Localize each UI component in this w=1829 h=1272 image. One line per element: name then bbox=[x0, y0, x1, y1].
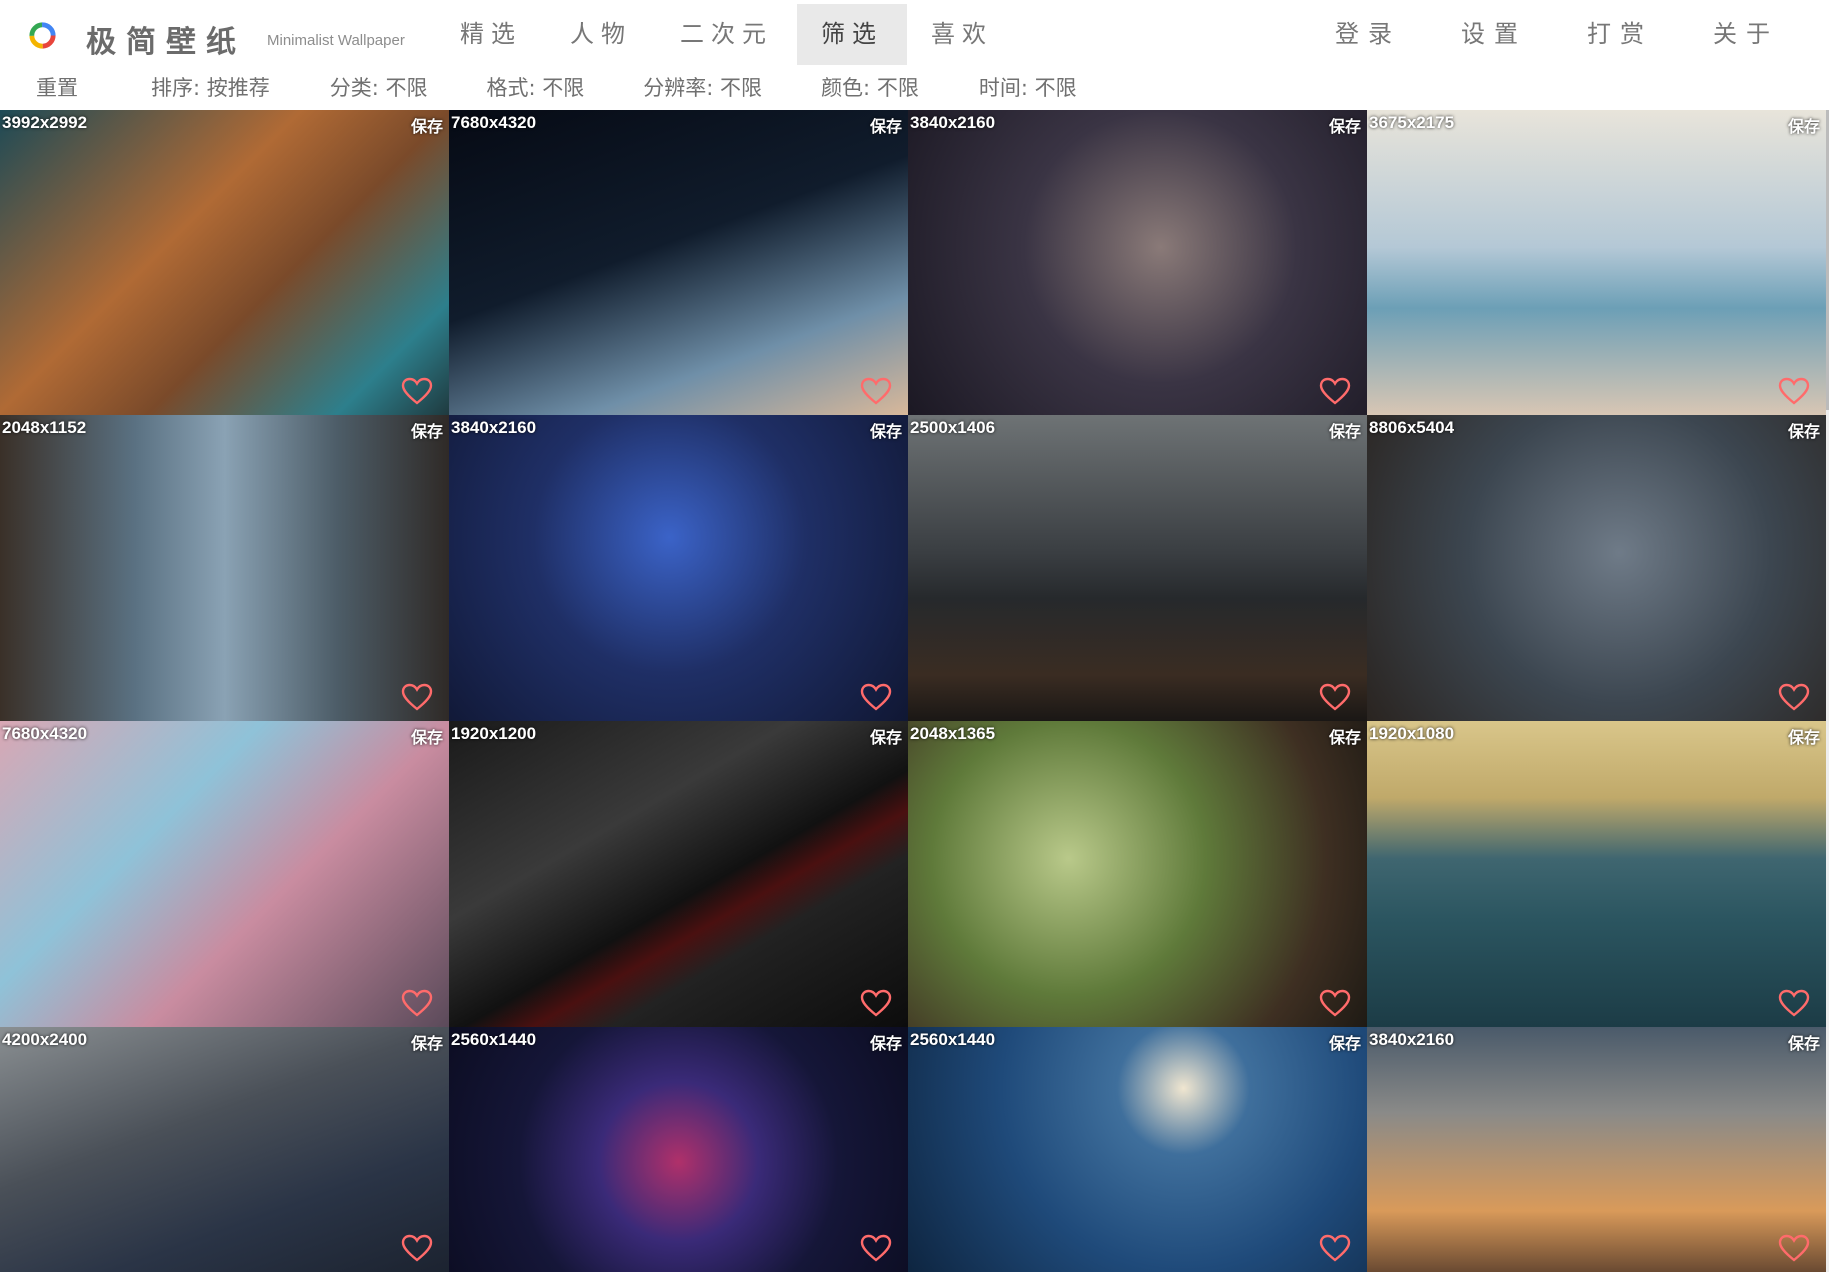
resolution-label: 1920x1200 bbox=[451, 724, 537, 743]
resolution-label: 1920x1080 bbox=[1369, 724, 1455, 743]
save-button[interactable]: 保存 bbox=[411, 1030, 443, 1054]
nav-settings[interactable]: 设置 bbox=[1431, 4, 1557, 65]
wallpaper-tile[interactable]: 2048x1152 保存 bbox=[0, 415, 449, 721]
heart-icon[interactable] bbox=[1778, 377, 1810, 405]
wallpaper-tile[interactable]: 3840x2160 保存 bbox=[1367, 1027, 1826, 1272]
wallpaper-tile[interactable]: 2048x1365 保存 bbox=[908, 721, 1367, 1027]
wallpaper-tile[interactable]: 3840x2160 保存 bbox=[908, 110, 1367, 415]
heart-icon[interactable] bbox=[1319, 683, 1351, 711]
save-button[interactable]: 保存 bbox=[1788, 1030, 1820, 1054]
nav-donate[interactable]: 打赏 bbox=[1557, 4, 1683, 65]
heart-icon[interactable] bbox=[1319, 377, 1351, 405]
heart-icon[interactable] bbox=[401, 1234, 433, 1262]
save-button[interactable]: 保存 bbox=[870, 418, 902, 442]
resolution-label: 3992x2992 bbox=[2, 113, 88, 132]
nav-filter[interactable]: 筛选 bbox=[797, 4, 907, 65]
nav-favorites[interactable]: 喜欢 bbox=[907, 4, 1017, 65]
wallpaper-tile[interactable]: 3840x2160 保存 bbox=[449, 415, 908, 721]
save-button[interactable]: 保存 bbox=[411, 418, 443, 442]
wallpaper-tile[interactable]: 3992x2992 保存 bbox=[0, 110, 449, 415]
save-button[interactable]: 保存 bbox=[870, 1030, 902, 1054]
heart-icon[interactable] bbox=[1778, 989, 1810, 1017]
filter-bar: 重置 排序: 按推荐 分类: 不限 格式: 不限 分辨率: 不限 颜色: 不限 … bbox=[0, 69, 1077, 105]
wallpaper-tile[interactable]: 3675x2175 保存 bbox=[1367, 110, 1826, 415]
save-button[interactable]: 保存 bbox=[411, 724, 443, 748]
color-filter[interactable]: 颜色: 不限 bbox=[821, 72, 919, 102]
resolution-label: 2048x1365 bbox=[910, 724, 996, 743]
wallpaper-tile[interactable]: 7680x4320 保存 bbox=[449, 110, 908, 415]
brand-title[interactable]: 极简壁纸 bbox=[86, 17, 246, 61]
nav-about[interactable]: 关于 bbox=[1683, 4, 1809, 65]
resolution-label: 4200x2400 bbox=[2, 1030, 88, 1049]
save-button[interactable]: 保存 bbox=[870, 724, 902, 748]
account-nav: 登录 设置 打赏 关于 bbox=[1305, 4, 1809, 65]
heart-icon[interactable] bbox=[1319, 1234, 1351, 1262]
wallpaper-tile[interactable]: 4200x2400 保存 bbox=[0, 1027, 449, 1272]
resolution-filter[interactable]: 分辨率: 不限 bbox=[643, 72, 762, 102]
save-button[interactable]: 保存 bbox=[870, 113, 902, 137]
format-filter[interactable]: 格式: 不限 bbox=[487, 72, 585, 102]
resolution-label: 2500x1406 bbox=[910, 418, 996, 437]
wallpaper-tile[interactable]: 7680x4320 保存 bbox=[0, 721, 449, 1027]
heart-icon[interactable] bbox=[1319, 989, 1351, 1017]
top-navigation-bar: 极简壁纸 Minimalist Wallpaper 精选 人物 二次元 筛选 喜… bbox=[0, 4, 1829, 65]
resolution-label: 3675x2175 bbox=[1369, 113, 1455, 132]
wallpaper-tile[interactable]: 8806x5404 保存 bbox=[1367, 415, 1826, 721]
heart-icon[interactable] bbox=[1778, 1234, 1810, 1262]
wallpaper-tile[interactable]: 2560x1440 保存 bbox=[908, 1027, 1367, 1272]
heart-icon[interactable] bbox=[401, 683, 433, 711]
save-button[interactable]: 保存 bbox=[1329, 113, 1361, 137]
resolution-label: 7680x4320 bbox=[451, 113, 537, 132]
resolution-label: 3840x2160 bbox=[910, 113, 996, 132]
sort-filter[interactable]: 排序: 按推荐 bbox=[151, 72, 270, 102]
nav-people[interactable]: 人物 bbox=[546, 4, 656, 65]
resolution-label: 3840x2160 bbox=[451, 418, 537, 437]
time-filter[interactable]: 时间: 不限 bbox=[979, 72, 1077, 102]
heart-icon[interactable] bbox=[401, 377, 433, 405]
resolution-label: 2560x1440 bbox=[910, 1030, 996, 1049]
brand-subtitle: Minimalist Wallpaper bbox=[267, 32, 405, 49]
nav-anime[interactable]: 二次元 bbox=[656, 4, 797, 65]
save-button[interactable]: 保存 bbox=[1788, 113, 1820, 137]
save-button[interactable]: 保存 bbox=[411, 113, 443, 137]
save-button[interactable]: 保存 bbox=[1329, 724, 1361, 748]
nav-featured[interactable]: 精选 bbox=[436, 4, 546, 65]
wallpaper-grid: 3992x2992 保存 7680x4320 保存 3840x2160 保存 3675x21… bbox=[0, 110, 1826, 1272]
save-button[interactable]: 保存 bbox=[1329, 1030, 1361, 1054]
resolution-label: 8806x5404 bbox=[1369, 418, 1455, 437]
resolution-label: 2048x1152 bbox=[2, 418, 87, 437]
resolution-label: 2560x1440 bbox=[451, 1030, 537, 1049]
wallpaper-tile[interactable]: 1920x1080 保存 bbox=[1367, 721, 1826, 1027]
heart-icon[interactable] bbox=[401, 989, 433, 1017]
save-button[interactable]: 保存 bbox=[1788, 418, 1820, 442]
category-filter[interactable]: 分类: 不限 bbox=[330, 72, 428, 102]
nav-login[interactable]: 登录 bbox=[1305, 4, 1431, 65]
heart-icon[interactable] bbox=[860, 377, 892, 405]
main-nav: 精选 人物 二次元 筛选 喜欢 bbox=[436, 4, 1017, 65]
reset-filter-button[interactable]: 重置 bbox=[36, 72, 78, 102]
logo-icon[interactable] bbox=[27, 20, 58, 51]
resolution-label: 7680x4320 bbox=[2, 724, 88, 743]
wallpaper-tile[interactable]: 1920x1200 保存 bbox=[449, 721, 908, 1027]
heart-icon[interactable] bbox=[1778, 683, 1810, 711]
heart-icon[interactable] bbox=[860, 989, 892, 1017]
wallpaper-tile[interactable]: 2500x1406 保存 bbox=[908, 415, 1367, 721]
save-button[interactable]: 保存 bbox=[1788, 724, 1820, 748]
wallpaper-tile[interactable]: 2560x1440 保存 bbox=[449, 1027, 908, 1272]
resolution-label: 3840x2160 bbox=[1369, 1030, 1455, 1049]
save-button[interactable]: 保存 bbox=[1329, 418, 1361, 442]
heart-icon[interactable] bbox=[860, 683, 892, 711]
heart-icon[interactable] bbox=[860, 1234, 892, 1262]
